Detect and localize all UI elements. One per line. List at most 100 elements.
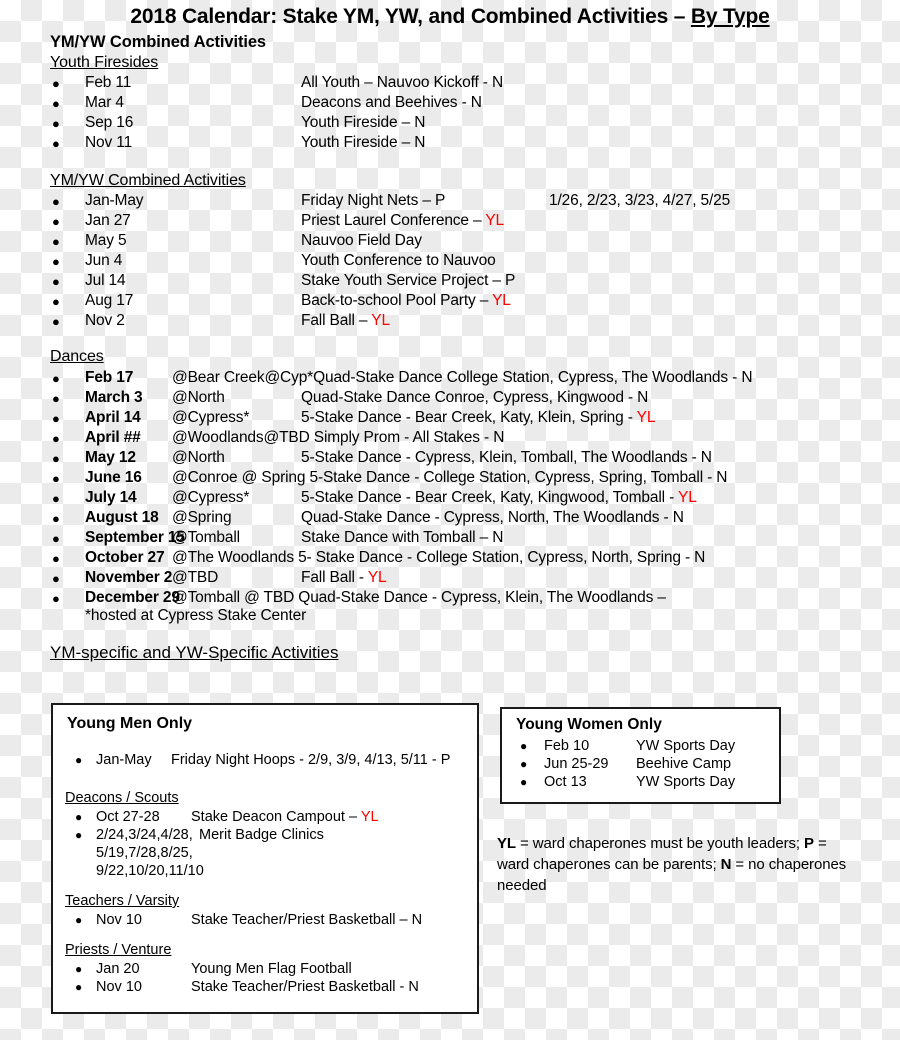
list-item: ● Aug 17 Back-to-school Pool Party – YL [0,292,900,312]
dance-location-text: @Tomball @ TBD [172,589,299,606]
heading-combined-activities: YM/YW Combined Activities [50,33,266,51]
item-description: Back-to-school Pool Party – YL [301,292,511,310]
item-description-text: Friday Night Nets – P [301,192,446,209]
item-date: Feb 11 [85,74,132,91]
bullet-icon: ● [52,254,60,269]
bullet-icon: ● [52,531,60,546]
legend-code-yl: YL [497,835,516,852]
item-description: Fall Ball – YL [301,312,390,330]
dance-description: 5-Stake Dance - Bear Creek, Katy, Kingwo… [301,489,697,507]
item-description: All Youth – Nauvoo Kickoff - N [301,74,504,91]
bullet-icon: ● [52,431,60,446]
item-description: Beehive Camp [636,756,732,772]
item-description: Youth Fireside – N [301,134,426,151]
dance-location: @Woodlands@TBD Simply Prom - All Stakes … [172,429,504,447]
item-date: Jun 25-29 [544,756,609,772]
item-description: Youth Fireside – N [301,114,426,131]
item-description: Stake Teacher/Priest Basketball – N [191,912,423,928]
bullet-icon: ● [75,962,83,976]
list-item: ● Mar 4 Deacons and Beehives - N [0,94,900,114]
dance-tag: YL [678,489,697,506]
item-description: YW Sports Day [636,738,736,754]
list-item: ● Feb 11 All Youth – Nauvoo Kickoff - N [0,74,900,94]
page-title-underlined: By Type [690,5,770,28]
bullet-icon: ● [52,511,60,526]
item-date: Nov 10 [96,979,142,995]
dances-footnote-row: *hosted at Cypress Stake Center [0,607,900,627]
dance-date: March 3 [85,389,143,406]
item-date: Feb 10 [544,738,590,754]
item-description: Priest Laurel Conference – YL [301,212,504,230]
dance-date: August 18 [85,509,159,526]
bullet-icon: ● [520,739,528,753]
dance-description: 5- Stake Dance - College Station, Cypres… [298,549,706,566]
table-row: ● December 29 @Tomball @ TBD Quad-Stake … [0,589,900,609]
item-description: Youth Conference to Nauvoo [301,252,496,270]
item-description-text: Stake Youth Service Project – P [301,272,516,289]
item-date: Oct 13 [544,774,587,790]
table-row: ● August 18 @Spring Quad-Stake Dance - C… [0,509,900,529]
table-row: ● April 14 @Cypress* 5-Stake Dance - Bea… [0,409,900,429]
bullet-icon: ● [52,391,60,406]
list-item: ● Jun 4 Youth Conference to Nauvoo [0,252,900,272]
dance-description-text: Fall Ball - [301,569,368,586]
dance-location: @Cypress* [172,409,250,426]
heading-ymyw-combined-activities: YM/YW Combined Activities [50,172,246,189]
table-row: ● April ## @Woodlands@TBD Simply Prom - … [0,429,900,449]
heading-dances: Dances [50,348,104,365]
dance-location-text: @Woodlands@TBD [172,429,314,446]
item-date: Jun 4 [85,252,123,269]
chaperone-legend: YL = ward chaperones must be youth leade… [497,833,852,896]
item-description-text: Priest Laurel Conference – [301,212,486,229]
bullet-icon: ● [52,136,60,151]
list-item: ● Nov 2 Fall Ball – YL [0,312,900,332]
bullet-icon: ● [52,294,60,309]
bullet-icon: ● [75,980,83,994]
bullet-icon: ● [52,571,60,586]
table-row: ● October 27 @The Woodlands 5- Stake Dan… [0,549,900,569]
item-description-text: Stake Deacon Campout – [191,809,361,825]
bullet-icon: ● [520,757,528,771]
list-item: ● Nov 11 Youth Fireside – N [0,134,900,154]
item-date: Sep 16 [85,114,134,131]
dance-location-text: @The Woodlands [172,549,299,566]
item-tag: YL [485,212,505,229]
bullet-icon: ● [52,471,60,486]
page-title: 2018 Calendar: Stake YM, YW, and Combine… [0,5,900,29]
bullet-icon: ● [75,753,83,767]
dance-description-text: Quad-Stake Dance Conroe, Cypress, Kingwo… [301,389,649,406]
dance-location-text: @Conroe @ Spring [172,469,310,486]
dance-description: Simply Prom - All Stakes - N [313,429,505,446]
calendar-document: 2018 Calendar: Stake YM, YW, and Combine… [0,0,900,1040]
list-item: ● Jan-May Friday Night Nets – P 1/26, 2/… [0,192,900,212]
list-item: ● May 5 Nauvoo Field Day [0,232,900,252]
page-title-main: 2018 Calendar: Stake YM, YW, and Combine… [130,5,691,28]
dance-location: @Tomball @ TBD Quad-Stake Dance - Cypres… [172,589,666,607]
item-description: Nauvoo Field Day [301,232,422,250]
bullet-icon: ● [52,116,60,131]
dance-location: @Bear Creek@Cyp*Quad-Stake Dance College… [172,369,753,387]
item-description: Stake Teacher/Priest Basketball - N [191,979,419,995]
item-description-text: Fall Ball – [301,312,372,329]
subheading-deacons-scouts: Deacons / Scouts [65,790,179,806]
bullet-icon: ● [52,76,60,91]
dance-description: 5-Stake Dance - Cypress, Klein, Tomball,… [301,449,712,467]
item-date: Mar 4 [85,94,124,111]
item-date: Jan 20 [96,961,140,977]
bullet-icon: ● [75,828,83,842]
dance-location: @North [172,389,225,406]
dance-description: 5-Stake Dance - College Station, Cypress… [309,469,728,486]
item-description: Merit Badge Clinics [199,827,324,843]
item-date: Jan 27 [85,212,131,229]
dance-date: April 14 [85,409,141,426]
dance-date: September 15 [85,529,185,546]
table-row: ● November 2 @TBD Fall Ball - YL [0,569,900,589]
dance-description: Quad-Stake Dance Conroe, Cypress, Kingwo… [301,389,648,407]
bullet-icon: ● [52,371,60,386]
item-tag: YL [360,809,379,825]
item-description: Friday Night Hoops - 2/9, 3/9, 4/13, 5/1… [171,752,451,768]
bullet-icon: ● [52,411,60,426]
item-tag: YL [492,292,511,309]
bullet-icon: ● [52,214,60,229]
dance-date: October 27 [85,549,165,566]
